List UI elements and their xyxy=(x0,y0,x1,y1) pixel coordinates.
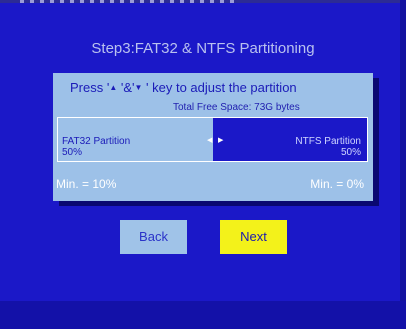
bottom-band xyxy=(0,301,406,329)
handle-right-arrow-icon[interactable]: ▶ xyxy=(218,137,223,144)
fat32-minimum: Min. = 10% xyxy=(56,177,117,191)
ntfs-minimum: Min. = 0% xyxy=(310,177,364,191)
instruction-middle: '&' xyxy=(117,80,135,95)
handle-left-arrow-icon[interactable]: ◀ xyxy=(207,137,212,144)
partition-slider[interactable]: FAT32 Partition 50% NTFS Partition 50% ◀… xyxy=(57,117,368,162)
ntfs-partition-segment: NTFS Partition 50% xyxy=(213,118,367,161)
instruction-prefix: Press ' xyxy=(70,80,110,95)
top-dashed-line xyxy=(20,0,235,3)
instruction-text: Press '▲ '&'▼ ' key to adjust the partit… xyxy=(70,80,297,95)
free-space-text: Total Free Space: 73G bytes xyxy=(173,102,300,113)
next-button[interactable]: Next xyxy=(220,220,287,254)
back-button[interactable]: Back xyxy=(120,220,187,254)
page-title: Step3:FAT32 & NTFS Partitioning xyxy=(91,40,315,57)
partition-screen: Step3:FAT32 & NTFS Partitioning Press '▲… xyxy=(0,0,406,329)
partition-panel: Press '▲ '&'▼ ' key to adjust the partit… xyxy=(53,73,373,201)
instruction-suffix: ' key to adjust the partition xyxy=(142,80,297,95)
fat32-partition-segment: FAT32 Partition 50% xyxy=(58,118,213,161)
ntfs-label: NTFS Partition xyxy=(295,136,361,147)
fat32-label: FAT32 Partition xyxy=(62,136,131,147)
ntfs-percent: 50% xyxy=(340,147,361,158)
fat32-percent: 50% xyxy=(62,147,83,158)
